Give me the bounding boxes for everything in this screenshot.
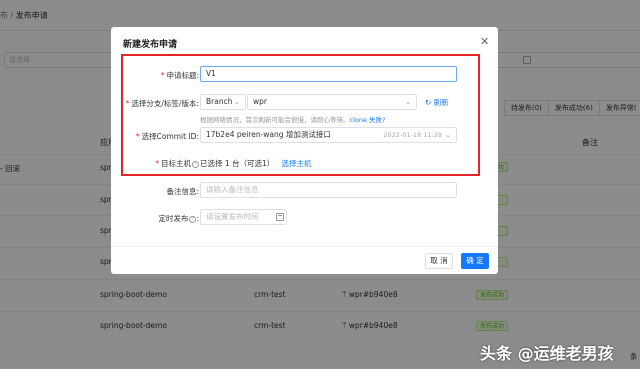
commit-label: * 选择Commit ID: (135, 132, 199, 141)
branch-label: * 选择分支/标签/版本: (125, 99, 199, 108)
help-icon: ? (192, 160, 199, 168)
host-label: * 目标主机? (131, 158, 199, 169)
cancel-button[interactable]: 取 消 (425, 253, 453, 269)
refresh-button[interactable]: ↻ 刷新 (425, 97, 449, 108)
dialog-title: 新建发布申请 (123, 40, 178, 50)
clone-fail-link[interactable]: clone 失败? (350, 116, 386, 124)
branch-select[interactable]: wpr ⌄ (247, 94, 417, 110)
help-icon: ? (189, 215, 197, 223)
dialog-footer-divider (111, 246, 498, 247)
host-summary: 已选择 1 台（可选1） 选择主机 (200, 159, 312, 168)
confirm-button[interactable]: 确 定 (461, 253, 489, 269)
new-release-dialog: 新建发布申请 ✕ * 申请标题: V1 * 选择分支/标签/版本: Branch ⌄ … (111, 27, 498, 274)
branch-hint: 根据网络情况，首次刷新可能会很慢，请耐心等待。clone 失败? (200, 116, 386, 124)
chevron-down-icon: ⌄ (445, 131, 451, 139)
schedule-datetime-input[interactable]: 请设置发布时间 (200, 209, 287, 225)
commit-date: 2022-01-18 11:28 (383, 131, 442, 139)
watermark: 头条 @运维老男孩 (480, 344, 614, 363)
note-input[interactable]: 请输入备注信息 (200, 182, 457, 198)
title-label: * 申请标题: (160, 71, 199, 80)
title-input[interactable]: V1 (200, 66, 457, 82)
branch-type-select[interactable]: Branch ⌄ (200, 94, 246, 110)
select-host-link[interactable]: 选择主机 (281, 159, 311, 168)
close-icon[interactable]: ✕ (480, 35, 489, 48)
chevron-down-icon: ⌄ (234, 98, 240, 106)
schedule-label: 定时发布?: (158, 214, 199, 223)
commit-select[interactable]: 17b2e4 peiren-wang 增加测试接口 2022-01-18 11:2… (200, 127, 457, 143)
note-label: 备注信息: (166, 187, 199, 196)
calendar-icon (276, 213, 284, 221)
chevron-down-icon: ⌄ (405, 98, 411, 106)
refresh-icon: ↻ (425, 98, 434, 107)
